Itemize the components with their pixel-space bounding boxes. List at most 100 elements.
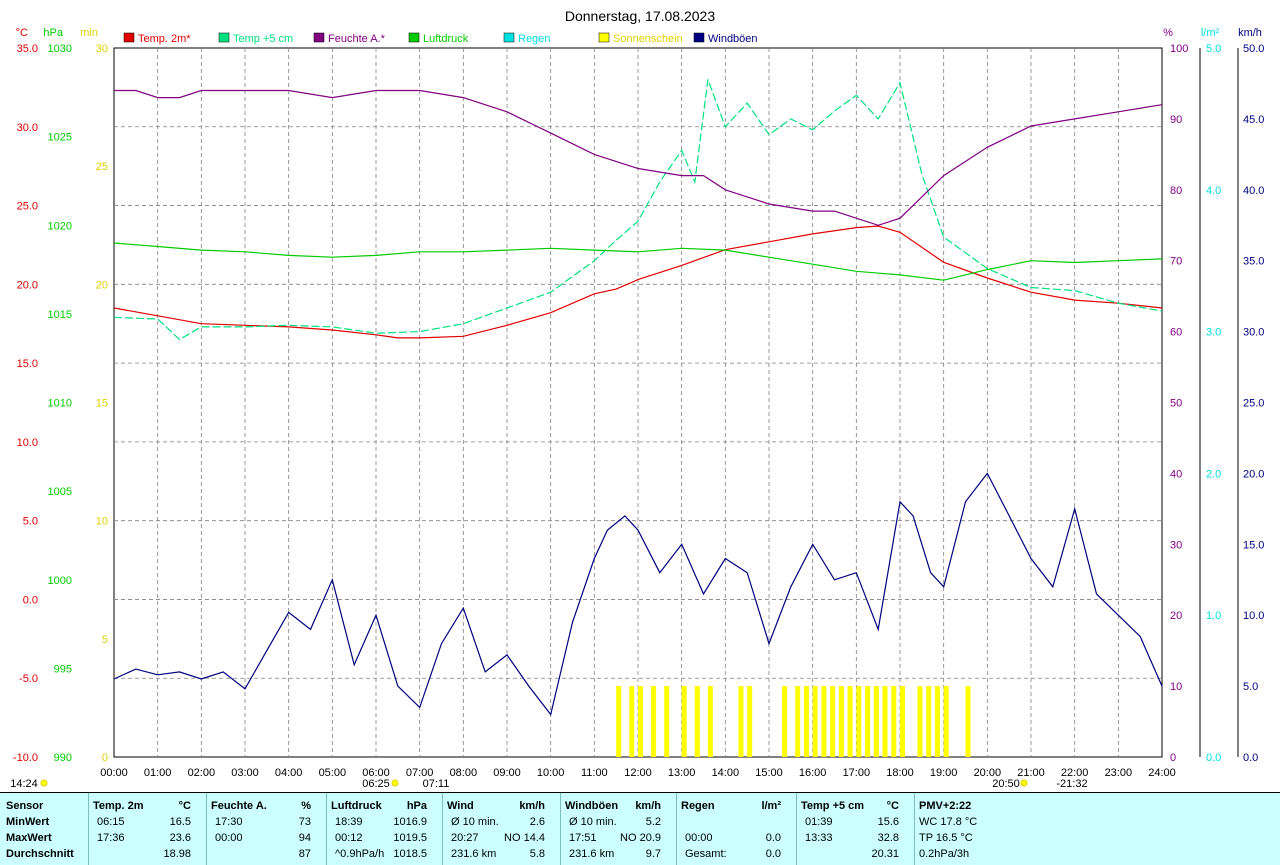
humidity-tick-label: 60 [1170,327,1182,339]
stats-value: NO 14.4 [504,832,545,844]
gust-tick-label: 15.0 [1243,539,1264,551]
sunshine-tick-label: 10 [96,516,108,528]
x-tick-label: 16:00 [799,767,827,779]
humidity-tick-label: 50 [1170,398,1182,410]
x-tick-label: 00:00 [100,767,128,779]
stats-time: 00:12 [335,832,363,844]
x-tick-label: 13:00 [668,767,696,779]
legend-label: Sonnenschein [613,33,683,45]
gust-tick-label: 0.0 [1243,752,1258,764]
chart-grid [113,47,1163,758]
gust-tick-label: 35.0 [1243,256,1264,268]
pressure-tick-label: 990 [54,752,72,764]
chart-title: Donnerstag, 17.08.2023 [565,8,715,24]
humidity-tick-label: 40 [1170,468,1182,480]
sunshine-bar [882,686,888,757]
stats-unit: km/h [635,800,661,812]
rain-tick-label: 5.0 [1206,43,1221,55]
pressure-tick-label: 1025 [48,132,72,144]
x-tick-label: 10:00 [537,767,565,779]
stats-time: 01:39 [805,816,833,828]
pressure-tick-label: 1005 [48,486,72,498]
axis-unit-label: min [80,27,98,39]
temp-tick-label: -5.0 [19,673,38,685]
sunshine-bar [856,686,862,757]
x-tick-label: 12:00 [624,767,652,779]
pressure-tick-label: 1030 [48,43,72,55]
humidity-tick-label: 70 [1170,256,1182,268]
stats-value: 5.8 [529,848,545,860]
stats-time: 13:33 [805,832,833,844]
x-tick-label: 09:00 [493,767,521,779]
stats-value: 94 [298,832,311,844]
x-tick-label: 17:00 [843,767,871,779]
stats-row-label: TP 16.5 °C [919,832,973,844]
stats-time: 17:36 [97,832,125,844]
stats-value: 1018.5 [393,848,427,860]
sunset-icon [1020,779,1028,787]
gust-tick-label: 30.0 [1243,327,1264,339]
stats-unit: l/m² [761,800,781,812]
gust-tick-label: 5.0 [1243,681,1258,693]
legend-swatch [693,32,705,43]
stats-value: 5.2 [645,816,661,828]
x-tick-label: 03:00 [231,767,259,779]
humidity-tick-label: 80 [1170,185,1182,197]
stats-column: Regen l/m² 00:00 0.0 Gesamt: 0.0 [676,793,789,865]
sunshine-tick-label: 20 [96,279,108,291]
humidity-tick-label: 30 [1170,539,1182,551]
stats-time: Gesamt: [685,848,727,860]
stats-header: Sensor [6,800,44,812]
legend-swatch [313,32,325,43]
stats-header: Temp. 2m [93,800,144,812]
sunset-time: 20:50 [992,778,1020,790]
stats-header: Windböen [565,800,619,812]
stats-header: Luftdruck [331,800,382,812]
sunshine-tick-label: 0 [102,752,108,764]
stats-time: ^0.9hPa/h [335,848,385,860]
axis-unit-label: % [1163,27,1173,39]
stats-column: PMV+2:22 WC 17.8 °C TP 16.5 °C 0.2hPa/3h [914,793,1115,865]
pressure-tick-label: 1010 [48,398,72,410]
sunshine-tick-label: 5 [102,634,108,646]
stats-value: 1019.5 [393,832,427,844]
legend-swatch [598,32,610,43]
sunrise-time: 06:25 [362,778,390,790]
sunshine-bar [847,686,853,757]
gust-tick-label: 25.0 [1243,398,1264,410]
stats-value: 32.8 [877,832,899,844]
stats-row-label: MaxWert [6,832,52,844]
day-length-icon [40,779,48,787]
stats-value: 87 [298,848,311,860]
stats-time: 06:15 [97,816,125,828]
sunshine-tick-label: 30 [96,43,108,55]
axis-unit-label: °C [16,27,28,39]
x-tick-label: 11:00 [581,767,608,779]
sunshine-tick-label: 25 [96,161,108,173]
stats-time: 20:27 [451,832,479,844]
temp-tick-label: 0.0 [23,594,38,606]
day-length: 14:24 [10,778,38,790]
stats-row-label: MinWert [6,816,50,828]
stats-row-label: Durchschnitt [6,848,74,860]
gust-tick-label: 20.0 [1243,468,1264,480]
sunshine-bar [865,686,871,757]
stats-header: Wind [447,800,474,812]
stats-header: Regen [681,800,715,812]
stats-value: 18.98 [163,848,191,860]
gust-tick-label: 45.0 [1243,114,1264,126]
stats-value: 1016.9 [393,816,427,828]
sunshine-bar [707,686,713,757]
stats-column: Feuchte A.% 17:30 73 00:00 94 87 [206,793,319,865]
stats-unit: km/h [519,800,545,812]
humidity-tick-label: 10 [1170,681,1182,693]
x-tick-label: 05:00 [319,767,347,779]
gust-tick-label: 40.0 [1243,185,1264,197]
x-tick-label: 08:00 [450,767,478,779]
sunshine-bar [838,686,844,757]
sunshine-bar [651,686,657,757]
stats-value: 73 [298,816,311,828]
x-tick-label: 21:00 [1017,767,1045,779]
axis-unit-label: km/h [1238,27,1262,39]
stats-time: 00:00 [685,832,713,844]
